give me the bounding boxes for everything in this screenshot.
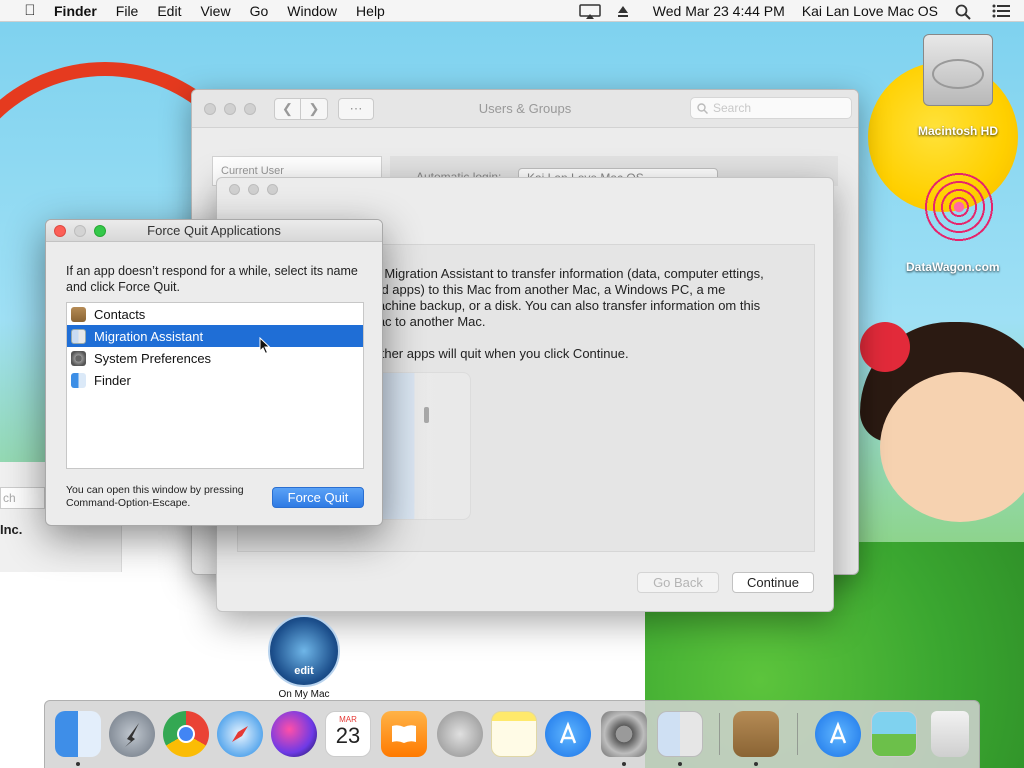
dock-separator xyxy=(719,713,720,755)
dock-app-store-icon[interactable] xyxy=(545,711,591,757)
running-indicator xyxy=(622,762,626,766)
migration-assistant-titlebar xyxy=(217,178,833,200)
background-label: Inc. xyxy=(0,522,23,537)
contacts-icon xyxy=(71,306,86,322)
migration-assistant-icon xyxy=(71,328,86,344)
minimize-button[interactable] xyxy=(74,224,86,237)
app-list-item-system-preferences[interactable]: System Preferences xyxy=(67,347,363,369)
force-quit-description: If an app doesn’t respond for a while, s… xyxy=(66,264,358,294)
background-search-field: ch xyxy=(0,487,45,509)
migration-paragraph-1: se Migration Assistant to transfer infor… xyxy=(367,266,764,329)
menu-user[interactable]: Kai Lan Love Mac OS xyxy=(802,3,938,19)
menu-bar:  Finder File Edit View Go Window Help W… xyxy=(0,0,1024,22)
mouse-cursor-icon xyxy=(259,336,271,358)
back-arrow-icon[interactable]: ❮ xyxy=(274,97,301,120)
dock-calendar-icon[interactable]: MAR 23 xyxy=(325,711,371,757)
notification-center-icon[interactable] xyxy=(992,4,1012,18)
menu-clock[interactable]: Wed Mar 23 4:44 PM xyxy=(653,3,785,19)
logo-eye xyxy=(424,407,429,423)
datawagon-desktop-icon[interactable]: DataWagon.com xyxy=(906,172,1000,274)
close-button[interactable] xyxy=(229,183,240,195)
dock-trash-icon[interactable] xyxy=(931,711,969,757)
dock-safari-icon[interactable] xyxy=(217,711,263,757)
continue-button[interactable]: Continue xyxy=(732,572,814,593)
airplay-icon[interactable] xyxy=(579,4,601,19)
app-list-item-contacts[interactable]: Contacts xyxy=(67,303,363,325)
close-button[interactable] xyxy=(204,102,216,115)
apple-menu-icon[interactable]:  xyxy=(20,2,40,19)
zoom-button[interactable] xyxy=(244,102,256,115)
dock-automator-icon[interactable] xyxy=(437,711,483,757)
on-my-mac-desktop-icon[interactable]: edit On My Mac xyxy=(268,615,340,700)
menu-help[interactable]: Help xyxy=(356,3,385,19)
dock-downloads-icon[interactable] xyxy=(815,711,861,757)
close-button[interactable] xyxy=(54,224,66,237)
running-indicator xyxy=(754,762,758,766)
users-groups-titlebar: ❮ ❯ ⋯ Users & Groups Search xyxy=(192,90,858,128)
calendar-day: 23 xyxy=(335,723,361,748)
force-quit-titlebar: Force Quit Applications xyxy=(46,220,382,242)
on-my-mac-badge: edit xyxy=(294,665,314,677)
forward-arrow-icon[interactable]: ❯ xyxy=(301,97,328,120)
finder-icon xyxy=(71,372,86,388)
app-list-item-migration-assistant[interactable]: Migration Assistant xyxy=(67,325,363,347)
preferences-search-input[interactable]: Search xyxy=(690,97,852,119)
datawagon-label: DataWagon.com xyxy=(906,260,1000,274)
show-all-grid-icon[interactable]: ⋯ xyxy=(338,97,374,120)
on-my-mac-badge-icon: edit xyxy=(268,615,340,687)
app-name: Migration Assistant xyxy=(94,328,204,344)
minimize-button[interactable] xyxy=(248,183,259,195)
dock-chrome-icon[interactable] xyxy=(163,711,209,757)
menu-window[interactable]: Window xyxy=(287,3,337,19)
force-quit-shortcut-hint: You can open this window by pressing Com… xyxy=(66,484,244,509)
datawagon-icon xyxy=(923,172,994,242)
on-my-mac-label: On My Mac xyxy=(278,689,330,700)
wallpaper-character-face xyxy=(880,372,1024,522)
dock-books-icon[interactable] xyxy=(381,711,427,757)
dock-system-preferences-icon[interactable] xyxy=(601,711,647,757)
search-placeholder: Search xyxy=(713,101,752,115)
menu-view[interactable]: View xyxy=(200,3,230,19)
menu-app-name[interactable]: Finder xyxy=(54,3,97,19)
hard-drive-icon xyxy=(923,34,993,106)
dock-photos-icon[interactable] xyxy=(871,711,917,757)
app-name: Finder xyxy=(94,372,131,388)
migration-description: se Migration Assistant to transfer infor… xyxy=(367,266,777,378)
zoom-button[interactable] xyxy=(267,183,278,195)
app-name: Contacts xyxy=(94,306,146,322)
go-back-button[interactable]: Go Back xyxy=(637,572,719,593)
macintosh-hd-desktop-icon[interactable]: Macintosh HD xyxy=(918,34,998,138)
menu-file[interactable]: File xyxy=(116,3,139,19)
wallpaper-flower xyxy=(860,322,910,372)
menu-edit[interactable]: Edit xyxy=(157,3,181,19)
eject-icon[interactable] xyxy=(616,4,636,18)
dock-migration-assistant-icon[interactable] xyxy=(657,711,703,757)
minimize-button[interactable] xyxy=(224,102,236,115)
spotlight-icon[interactable] xyxy=(955,4,975,20)
menu-go[interactable]: Go xyxy=(250,3,269,19)
app-list[interactable]: Contacts Migration Assistant System Pref… xyxy=(66,302,364,469)
search-icon xyxy=(697,102,708,114)
system-preferences-icon xyxy=(71,350,86,366)
dock-launchpad-icon[interactable] xyxy=(109,711,155,757)
migration-paragraph-2: l other apps will quit when you click Co… xyxy=(367,346,629,361)
dock-siri-icon[interactable] xyxy=(271,711,317,757)
running-indicator xyxy=(678,762,682,766)
force-quit-button[interactable]: Force Quit xyxy=(272,487,364,508)
dock-separator xyxy=(797,713,798,755)
dock-contacts-icon[interactable] xyxy=(733,711,779,757)
dock: MAR 23 xyxy=(44,700,980,768)
force-quit-window: Force Quit Applications If an app doesn’… xyxy=(45,219,383,526)
macintosh-hd-label: Macintosh HD xyxy=(918,124,999,138)
app-list-item-finder[interactable]: Finder xyxy=(67,369,363,391)
dock-finder-icon[interactable] xyxy=(55,711,101,757)
app-name: System Preferences xyxy=(94,350,212,366)
dock-notes-icon[interactable] xyxy=(491,711,537,757)
running-indicator xyxy=(76,762,80,766)
zoom-button[interactable] xyxy=(94,224,106,237)
